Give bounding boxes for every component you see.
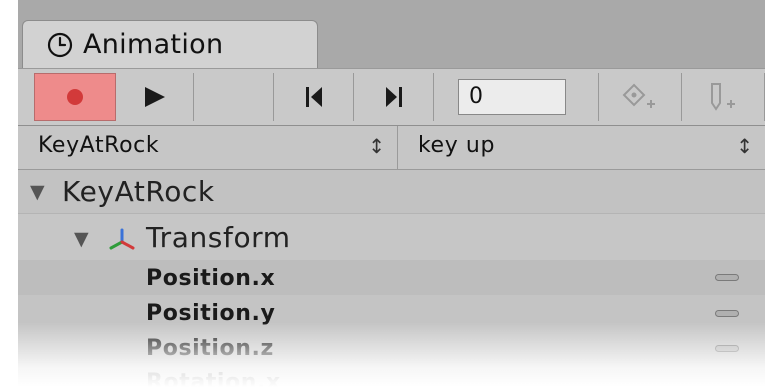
dropdown-arrows-icon: ↕ (736, 134, 753, 158)
curve-indicator-icon (715, 310, 739, 317)
object-name: KeyAtRock (62, 175, 215, 208)
toolbar-spacer (194, 73, 274, 121)
property-row[interactable]: Position.x (18, 260, 765, 295)
property-label: Rotation.x (146, 370, 281, 387)
previous-keyframe-icon (305, 87, 322, 107)
property-row[interactable]: Rotation.x (18, 366, 765, 387)
property-row[interactable]: Position.y (18, 295, 765, 331)
component-name: Transform (146, 221, 291, 254)
next-keyframe-icon (385, 87, 402, 107)
object-dropdown-value: KeyAtRock (38, 133, 160, 158)
play-icon (144, 87, 165, 107)
tab-animation[interactable]: Animation (22, 20, 318, 68)
property-row[interactable]: Position.z (18, 331, 765, 366)
clip-dropdown[interactable]: key up ↕ (398, 126, 765, 170)
expand-triangle-icon[interactable]: ▼ (30, 181, 45, 203)
record-icon (67, 89, 83, 105)
next-keyframe-button[interactable] (354, 73, 434, 121)
add-keyframe-button[interactable] (598, 73, 682, 121)
play-button[interactable] (116, 73, 194, 121)
dropdown-arrows-icon: ↕ (368, 134, 385, 158)
property-label: Position.z (146, 336, 274, 361)
property-hierarchy: ▼ KeyAtRock ▼ Transform Position.x Posit… (18, 170, 765, 387)
previous-keyframe-button[interactable] (274, 73, 354, 121)
hierarchy-row-component[interactable]: ▼ Transform (18, 214, 765, 260)
transform-axes-icon (109, 228, 135, 250)
object-dropdown[interactable]: KeyAtRock ↕ (18, 126, 398, 170)
tab-label: Animation (83, 29, 224, 60)
property-label: Position.x (146, 266, 276, 291)
tab-strip: Animation (18, 0, 765, 68)
property-label: Position.y (146, 301, 276, 326)
curve-indicator-icon (715, 345, 739, 352)
add-event-button[interactable] (682, 73, 765, 121)
selector-bar: KeyAtRock ↕ key up ↕ (18, 126, 765, 170)
curve-indicator-icon (715, 274, 739, 281)
animation-toolbar: 0 (18, 68, 765, 126)
clock-icon (47, 32, 73, 58)
clip-dropdown-value: key up (418, 133, 496, 158)
hierarchy-row-object[interactable]: ▼ KeyAtRock (18, 170, 765, 214)
record-button[interactable] (34, 73, 116, 121)
add-event-icon (711, 83, 735, 111)
frame-input[interactable]: 0 (458, 79, 566, 115)
animation-window: Animation 0 KeyAtRock ↕ key up ↕ ▼ KeyAt… (18, 0, 765, 387)
expand-triangle-icon[interactable]: ▼ (74, 228, 89, 250)
add-keyframe-icon (622, 83, 655, 108)
